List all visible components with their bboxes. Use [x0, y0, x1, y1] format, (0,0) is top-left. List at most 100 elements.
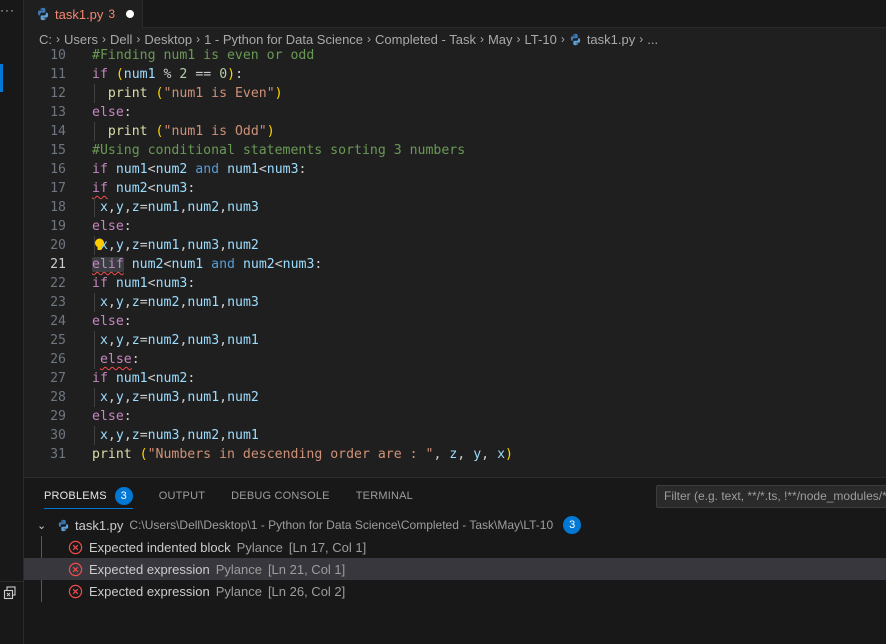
line-number: 29 — [50, 409, 66, 424]
breadcrumb-item[interactable]: 1 - Python for Data Science — [204, 32, 363, 47]
problem-source: Pylance — [215, 561, 262, 577]
problem-location: [Ln 21, Col 1] — [267, 561, 346, 577]
breadcrumb-item[interactable]: Users — [64, 32, 98, 47]
chevron-right-icon: › — [516, 32, 521, 46]
chevron-down-icon[interactable]: ⌄ — [37, 519, 49, 532]
code-text: x,y,z=num1,num3,num2 — [99, 238, 259, 253]
problem-location: [Ln 17, Col 1] — [288, 539, 367, 555]
tab-error-count: 3 — [108, 7, 116, 21]
line-number: 19 — [50, 219, 66, 234]
problem-item[interactable]: Expected expression Pylance [Ln 26, Col … — [24, 580, 886, 602]
line-number: 22 — [50, 276, 66, 291]
lightbulb-icon[interactable] — [94, 238, 105, 252]
problem-item[interactable]: Expected indented block Pylance [Ln 17, … — [24, 536, 886, 558]
tab-task1-py[interactable]: task1.py 3 — [24, 0, 143, 28]
code-text: print ("Numbers in descending order are … — [92, 447, 513, 462]
code-text: else: — [92, 105, 132, 120]
problems-file-count-badge: 3 — [563, 516, 582, 534]
chevron-right-icon: › — [196, 32, 201, 46]
tab-debug-console-label: DEBUG CONSOLE — [231, 490, 330, 502]
panel-tabs: PROBLEMS 3 OUTPUT DEBUG CONSOLE TERMINAL — [44, 478, 439, 514]
line-number: 24 — [50, 314, 66, 329]
tab-output-label: OUTPUT — [158, 490, 206, 502]
activity-separator — [0, 581, 24, 582]
line-number: 17 — [50, 181, 66, 196]
code-text: if num1<num2 and num1<num3: — [92, 162, 307, 177]
problem-item[interactable]: Expected expression Pylance [Ln 21, Col … — [24, 558, 886, 580]
code-text: if num1<num3: — [92, 276, 196, 291]
bottom-panel: PROBLEMS 3 OUTPUT DEBUG CONSOLE TERMINAL… — [24, 477, 886, 644]
line-number: 10 — [50, 48, 66, 63]
tab-output[interactable]: OUTPUT — [159, 478, 205, 514]
error-icon — [68, 562, 83, 577]
code-text: x,y,z=num2,num1,num3 — [99, 295, 259, 310]
tab-debug-console[interactable]: DEBUG CONSOLE — [231, 478, 330, 514]
problem-location: [Ln 26, Col 2] — [267, 583, 346, 599]
line-number: 23 — [50, 295, 66, 310]
code-text: #Finding num1 is even or odd — [92, 48, 315, 63]
line-number: 21 — [50, 257, 66, 272]
python-file-icon — [57, 519, 70, 532]
more-icon[interactable]: ··· — [0, 4, 15, 16]
code-text: x,y,z=num3,num1,num2 — [99, 390, 259, 405]
chevron-right-icon: › — [479, 32, 484, 46]
chevron-right-icon: › — [101, 32, 106, 46]
code-text: print ("num1 is Odd") — [107, 124, 275, 139]
line-number: 28 — [50, 390, 66, 405]
problem-message: Expected expression — [89, 561, 210, 577]
code-editor[interactable]: 10 #Finding num1 is even or odd 11 if (num1… — [24, 46, 886, 476]
line-number: 11 — [50, 67, 66, 82]
breadcrumb-item[interactable]: Completed - Task — [375, 32, 476, 47]
problem-source: Pylance — [236, 539, 283, 555]
code-text: else: — [99, 352, 140, 367]
problems-filter-input[interactable]: Filter (e.g. text, **/*.ts, !**/node_mod… — [656, 485, 886, 508]
python-file-icon — [36, 7, 50, 21]
breadcrumb-item[interactable]: Desktop — [144, 32, 192, 47]
code-text: if (num1 % 2 == 0): — [92, 67, 244, 82]
line-number: 18 — [50, 200, 66, 215]
activity-bar: ··· — [0, 0, 24, 644]
line-number: 13 — [50, 105, 66, 120]
code-text: x,y,z=num3,num2,num1 — [99, 428, 259, 443]
line-number: 14 — [50, 124, 66, 139]
code-text: if num2<num3: — [92, 181, 196, 196]
tab-filename: task1.py — [55, 6, 104, 22]
line-number: 12 — [50, 86, 66, 101]
problems-file-name: task1.py — [75, 517, 124, 533]
remote-window-icon[interactable] — [3, 586, 17, 600]
breadcrumb-item[interactable]: Dell — [110, 32, 132, 47]
line-number: 30 — [50, 428, 66, 443]
problem-message: Expected expression — [89, 583, 210, 599]
chevron-right-icon: › — [136, 32, 141, 46]
code-text: else: — [92, 314, 132, 329]
tab-terminal-label: TERMINAL — [355, 490, 413, 502]
chevron-right-icon: › — [560, 32, 565, 46]
problem-source: Pylance — [215, 583, 262, 599]
tab-terminal[interactable]: TERMINAL — [356, 478, 413, 514]
breadcrumb-item[interactable]: LT-10 — [525, 32, 557, 47]
line-number: 26 — [50, 352, 66, 367]
breadcrumb-item[interactable]: May — [488, 32, 513, 47]
unsaved-dot-icon[interactable] — [126, 10, 135, 18]
problems-file-group[interactable]: ⌄ task1.py C:\Users\Dell\Desktop\1 - Pyt… — [24, 514, 886, 536]
editor-tab-bar: task1.py 3 — [24, 0, 886, 28]
code-text: else: — [92, 409, 132, 424]
line-number: 25 — [50, 333, 66, 348]
line-number: 31 — [50, 447, 66, 462]
code-text: if num1<num2: — [92, 371, 196, 386]
breadcrumb-file[interactable]: task1.py — [587, 32, 635, 47]
breadcrumb-item[interactable]: C: — [39, 32, 52, 47]
problems-file-path: C:\Users\Dell\Desktop\1 - Python for Dat… — [129, 518, 554, 532]
problem-message: Expected indented block — [89, 539, 231, 555]
code-text: x,y,z=num1,num2,num3 — [99, 200, 259, 215]
line-number: 16 — [50, 162, 66, 177]
chevron-right-icon: › — [367, 32, 372, 46]
error-icon — [68, 584, 83, 599]
problems-count-badge: 3 — [114, 487, 133, 505]
line-number: 20 — [50, 238, 66, 253]
tab-problems-label: PROBLEMS — [44, 490, 107, 502]
code-text: elif num2<num1 and num2<num3: — [92, 257, 323, 272]
active-view-indicator — [0, 64, 3, 92]
breadcrumb-symbols[interactable]: ... — [647, 32, 658, 47]
tab-problems[interactable]: PROBLEMS 3 — [44, 478, 133, 514]
